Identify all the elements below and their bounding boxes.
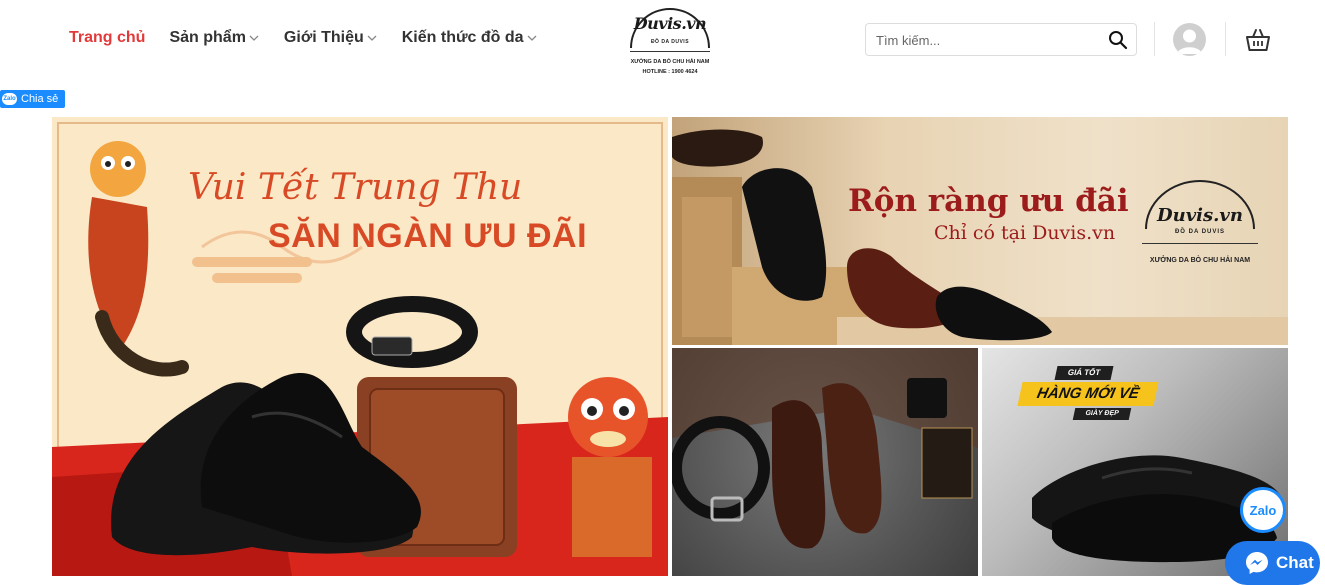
nav-item-products[interactable]: Sản phẩm bbox=[169, 29, 259, 47]
banner-mid-autumn[interactable]: Vui Tết Trung Thu SĂN NGÀN ƯU ĐÃI bbox=[52, 117, 668, 576]
logo-hotline: HOTLINE : 1900 4624 bbox=[642, 69, 698, 75]
banner-headline: Rộn ràng ưu đãi bbox=[848, 183, 1129, 219]
logo-workshop: XƯỞNG DA BÒ CHU HẢI NAM bbox=[1149, 257, 1251, 264]
banner-loafers-belt[interactable] bbox=[672, 348, 978, 576]
chevron-down-icon bbox=[248, 32, 260, 44]
site-logo[interactable]: Duvis.vn ĐỒ DA DUVIS XƯỞNG DA BÒ CHU HẢI… bbox=[626, 4, 714, 78]
badge-new-arrivals: HÀNG MỚI VỀ bbox=[1017, 382, 1159, 406]
share-zalo-button[interactable]: Zalo Chia sẻ bbox=[0, 90, 65, 108]
new-arrivals-badge: GIÁ TỐT HÀNG MỚI VỀ GIÀY ĐẸP bbox=[1016, 362, 1166, 426]
banner-headline: Vui Tết Trung Thu bbox=[188, 167, 523, 208]
cart-basket-icon[interactable] bbox=[1245, 28, 1271, 52]
share-label: Chia sẻ bbox=[21, 93, 59, 105]
logo-brand: Duvis.vn bbox=[633, 14, 707, 33]
chevron-down-icon bbox=[526, 32, 538, 44]
zalo-chat-button[interactable]: Zalo bbox=[1240, 487, 1286, 533]
logo-divider bbox=[1142, 243, 1258, 244]
chevron-down-icon bbox=[366, 32, 378, 44]
badge-good-price: GIÁ TỐT bbox=[1054, 366, 1114, 380]
banner-promotion[interactable]: Rộn ràng ưu đãi Chỉ có tại Duvis.vn Duvi… bbox=[672, 117, 1288, 345]
banner-illustration bbox=[672, 348, 978, 549]
main-nav: Trang chủ Sản phẩm Giới Thiệu Kiến thức … bbox=[69, 29, 562, 47]
chat-label: Chat bbox=[1276, 553, 1314, 572]
site-header: Trang chủ Sản phẩm Giới Thiệu Kiến thức … bbox=[0, 0, 1325, 84]
search-input[interactable] bbox=[876, 31, 1096, 49]
messenger-icon bbox=[1244, 550, 1270, 576]
logo-brand: Duvis.vn bbox=[1157, 205, 1243, 226]
badge-nice-shoes: GIÀY ĐẸP bbox=[1072, 408, 1132, 420]
banner-subheadline: SĂN NGÀN ƯU ĐÃI bbox=[268, 217, 588, 255]
zalo-badge-icon: Zalo bbox=[2, 93, 17, 105]
nav-item-label: Giới Thiệu bbox=[283, 29, 364, 46]
banner-logo: Duvis.vn ĐỒ DA DUVIS XƯỞNG DA BÒ CHU HẢI… bbox=[1138, 179, 1262, 279]
logo-workshop: XƯỞNG DA BÒ CHU HẢI NAM bbox=[630, 59, 710, 65]
nav-item-label: Kiến thức đồ da bbox=[401, 29, 524, 46]
user-avatar-icon[interactable] bbox=[1173, 23, 1206, 56]
nav-item-leather-knowledge[interactable]: Kiến thức đồ da bbox=[402, 29, 538, 47]
banner-subheadline: Chỉ có tại Duvis.vn bbox=[934, 222, 1116, 244]
search-box bbox=[865, 23, 1137, 56]
search-icon[interactable] bbox=[1108, 30, 1128, 50]
logo-divider bbox=[630, 51, 710, 52]
logo-subtitle: ĐỒ DA DUVIS bbox=[650, 39, 690, 45]
nav-item-label: Sản phẩm bbox=[169, 29, 246, 46]
nav-item-home[interactable]: Trang chủ bbox=[69, 29, 145, 47]
zalo-label: Zalo bbox=[1249, 502, 1277, 518]
logo-subtitle: ĐỒ DA DUVIS bbox=[1174, 229, 1226, 235]
messenger-chat-button[interactable]: Chat bbox=[1225, 541, 1320, 585]
header-divider bbox=[1225, 22, 1226, 56]
header-divider bbox=[1154, 22, 1155, 56]
nav-item-about[interactable]: Giới Thiệu bbox=[284, 29, 378, 47]
nav-item-label: Trang chủ bbox=[69, 29, 146, 46]
